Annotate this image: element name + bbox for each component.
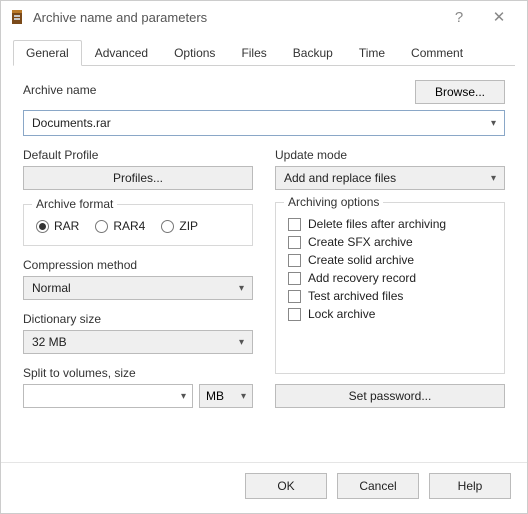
close-icon[interactable]: ✕ — [479, 8, 519, 26]
profiles-button[interactable]: Profiles... — [23, 166, 253, 190]
chevron-down-icon: ▾ — [239, 337, 244, 348]
compression-method-select[interactable]: Normal ▾ — [23, 276, 253, 300]
split-size-combo[interactable]: ▾ — [23, 384, 193, 408]
archive-dialog: Archive name and parameters ? ✕ General … — [0, 0, 528, 514]
dialog-body: Archive name Browse... Documents.rar ▾ D… — [1, 66, 527, 462]
radio-dot-icon — [95, 220, 108, 233]
archiving-options-legend: Archiving options — [284, 195, 383, 209]
app-icon — [9, 9, 25, 25]
chevron-down-icon: ▾ — [239, 283, 244, 294]
split-volumes-label: Split to volumes, size — [23, 366, 253, 380]
titlebar: Archive name and parameters ? ✕ — [1, 1, 527, 33]
tab-advanced[interactable]: Advanced — [82, 40, 161, 66]
default-profile-label: Default Profile — [23, 148, 253, 162]
checkbox-icon — [288, 272, 301, 285]
left-column: Default Profile Profiles... Archive form… — [23, 148, 253, 408]
tab-strip: General Advanced Options Files Backup Ti… — [13, 39, 515, 66]
format-rar[interactable]: RAR — [36, 219, 79, 233]
archive-name-value: Documents.rar — [32, 116, 491, 130]
tab-time[interactable]: Time — [346, 40, 398, 66]
right-column: Update mode Add and replace files ▾ Arch… — [275, 148, 505, 408]
chevron-down-icon: ▾ — [491, 173, 496, 184]
browse-button[interactable]: Browse... — [415, 80, 505, 104]
archive-name-combo[interactable]: Documents.rar ▾ — [23, 110, 505, 136]
checkbox-icon — [288, 308, 301, 321]
archive-format-group: Archive format RAR RAR4 ZIP — [23, 204, 253, 246]
split-unit-select[interactable]: MB ▾ — [199, 384, 253, 408]
dictionary-size-label: Dictionary size — [23, 312, 253, 326]
opt-lock-archive[interactable]: Lock archive — [288, 307, 492, 321]
tab-backup[interactable]: Backup — [280, 40, 346, 66]
tab-comment[interactable]: Comment — [398, 40, 476, 66]
opt-delete-files[interactable]: Delete files after archiving — [288, 217, 492, 231]
ok-button[interactable]: OK — [245, 473, 327, 499]
checkbox-icon — [288, 218, 301, 231]
format-rar4[interactable]: RAR4 — [95, 219, 145, 233]
chevron-down-icon: ▾ — [181, 391, 186, 402]
format-zip[interactable]: ZIP — [161, 219, 198, 233]
archive-format-legend: Archive format — [32, 197, 117, 211]
radio-dot-icon — [161, 220, 174, 233]
chevron-down-icon: ▾ — [241, 391, 246, 402]
opt-add-recovery[interactable]: Add recovery record — [288, 271, 492, 285]
tab-options[interactable]: Options — [161, 40, 228, 66]
compression-method-label: Compression method — [23, 258, 253, 272]
archive-name-label: Archive name — [23, 83, 96, 97]
checkbox-icon — [288, 236, 301, 249]
opt-test-files[interactable]: Test archived files — [288, 289, 492, 303]
tab-files[interactable]: Files — [228, 40, 279, 66]
chevron-down-icon: ▾ — [491, 118, 496, 129]
archiving-options-group: Archiving options Delete files after arc… — [275, 202, 505, 374]
update-mode-select[interactable]: Add and replace files ▾ — [275, 166, 505, 190]
opt-create-sfx[interactable]: Create SFX archive — [288, 235, 492, 249]
checkbox-icon — [288, 290, 301, 303]
dialog-footer: OK Cancel Help — [1, 462, 527, 513]
help-icon[interactable]: ? — [439, 9, 479, 26]
tab-general[interactable]: General — [13, 40, 82, 66]
set-password-button[interactable]: Set password... — [275, 384, 505, 408]
help-button[interactable]: Help — [429, 473, 511, 499]
cancel-button[interactable]: Cancel — [337, 473, 419, 499]
radio-dot-icon — [36, 220, 49, 233]
update-mode-label: Update mode — [275, 148, 505, 162]
window-title: Archive name and parameters — [33, 10, 439, 25]
checkbox-icon — [288, 254, 301, 267]
opt-create-solid[interactable]: Create solid archive — [288, 253, 492, 267]
dictionary-size-select[interactable]: 32 MB ▾ — [23, 330, 253, 354]
